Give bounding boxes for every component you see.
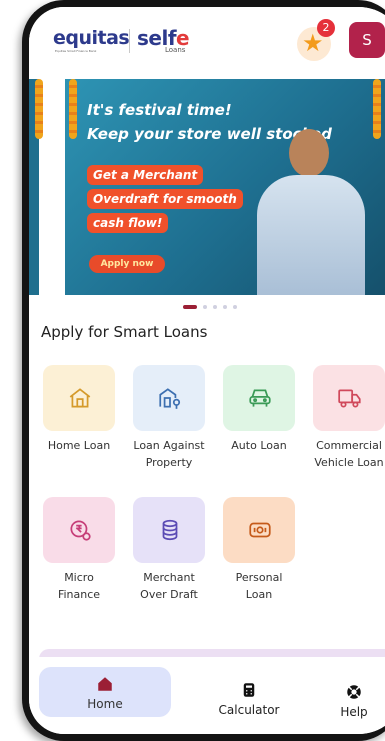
personal-loan-label: Personal Loan	[235, 571, 283, 601]
promo-banner[interactable]: It's festival time! Keep your store well…	[65, 79, 385, 295]
cash-icon	[249, 522, 271, 538]
home-loan-tile[interactable]	[43, 365, 115, 431]
garland-icon	[69, 79, 77, 139]
carousel-dot-active[interactable]	[183, 305, 197, 309]
loan-against-property-tile[interactable]	[133, 365, 205, 431]
micro-finance-label: Micro Finance	[57, 571, 101, 601]
brand-name: equitas	[53, 27, 130, 49]
auto-loan-label: Auto Loan	[231, 439, 287, 452]
banner-pill-1: Get a Merchant	[87, 165, 204, 185]
home-icon	[98, 677, 112, 691]
nav-calculator-button[interactable]: Calculator	[199, 681, 299, 717]
brand-tagline: Equitas Small Finance Bank	[55, 49, 97, 53]
avatar[interactable]: S	[349, 22, 385, 58]
banner-headline-1: It's festival time!	[87, 101, 232, 119]
loan-against-property-label: Loan Against Property	[133, 439, 205, 469]
garland-icon	[373, 79, 381, 139]
rewards-badge: 2	[317, 19, 335, 37]
nav-calculator-label: Calculator	[218, 703, 280, 717]
lifebuoy-icon	[347, 685, 361, 699]
nav-help-button[interactable]: Help	[319, 683, 385, 719]
coin-stack-icon	[162, 519, 178, 541]
merchant-over-draft-label: Merchant Over Draft	[140, 571, 198, 601]
apply-now-button[interactable]: Apply now	[89, 255, 165, 273]
phone-frame: equitas Equitas Small Finance Bank selfe…	[22, 0, 385, 741]
banner-pill-2: Overdraft for smooth	[87, 189, 243, 209]
app-subtitle: Loans	[165, 46, 186, 54]
app-logo: equitas Equitas Small Finance Bank selfe…	[53, 26, 203, 55]
truck-icon	[338, 389, 361, 408]
nav-home-label: Home	[87, 697, 123, 711]
promo-carousel[interactable]: It's festival time! Keep your store well…	[29, 79, 385, 295]
personal-loan-tile[interactable]	[223, 497, 295, 563]
merchant-photo	[249, 129, 373, 295]
calculator-icon	[243, 683, 255, 697]
merchant-over-draft-tile[interactable]	[133, 497, 205, 563]
carousel-dot[interactable]	[233, 305, 237, 309]
commercial-vehicle-loan-label: Commercial Vehicle Loan	[314, 439, 384, 469]
house-icon	[69, 388, 91, 408]
section-title: Apply for Smart Loans	[41, 323, 208, 341]
auto-loan-tile[interactable]	[223, 365, 295, 431]
commercial-vehicle-loan-tile[interactable]	[313, 365, 385, 431]
bottom-navigation: Home Calculator Help	[29, 657, 385, 734]
banner-pill-3: cash flow!	[87, 213, 169, 233]
home-loan-label: Home Loan	[47, 439, 111, 452]
micro-finance-tile[interactable]	[43, 497, 115, 563]
carousel-dot[interactable]	[223, 305, 227, 309]
nav-help-label: Help	[340, 705, 368, 719]
logo-divider	[129, 29, 130, 53]
carousel-dot[interactable]	[213, 305, 217, 309]
garland-left-icon	[35, 79, 43, 139]
property-icon	[159, 388, 181, 409]
rupee-coin-icon	[70, 520, 91, 541]
nav-home-button[interactable]: Home	[39, 667, 171, 717]
car-icon	[249, 389, 271, 407]
carousel-dot[interactable]	[203, 305, 207, 309]
app-header: equitas Equitas Small Finance Bank selfe…	[29, 7, 385, 69]
